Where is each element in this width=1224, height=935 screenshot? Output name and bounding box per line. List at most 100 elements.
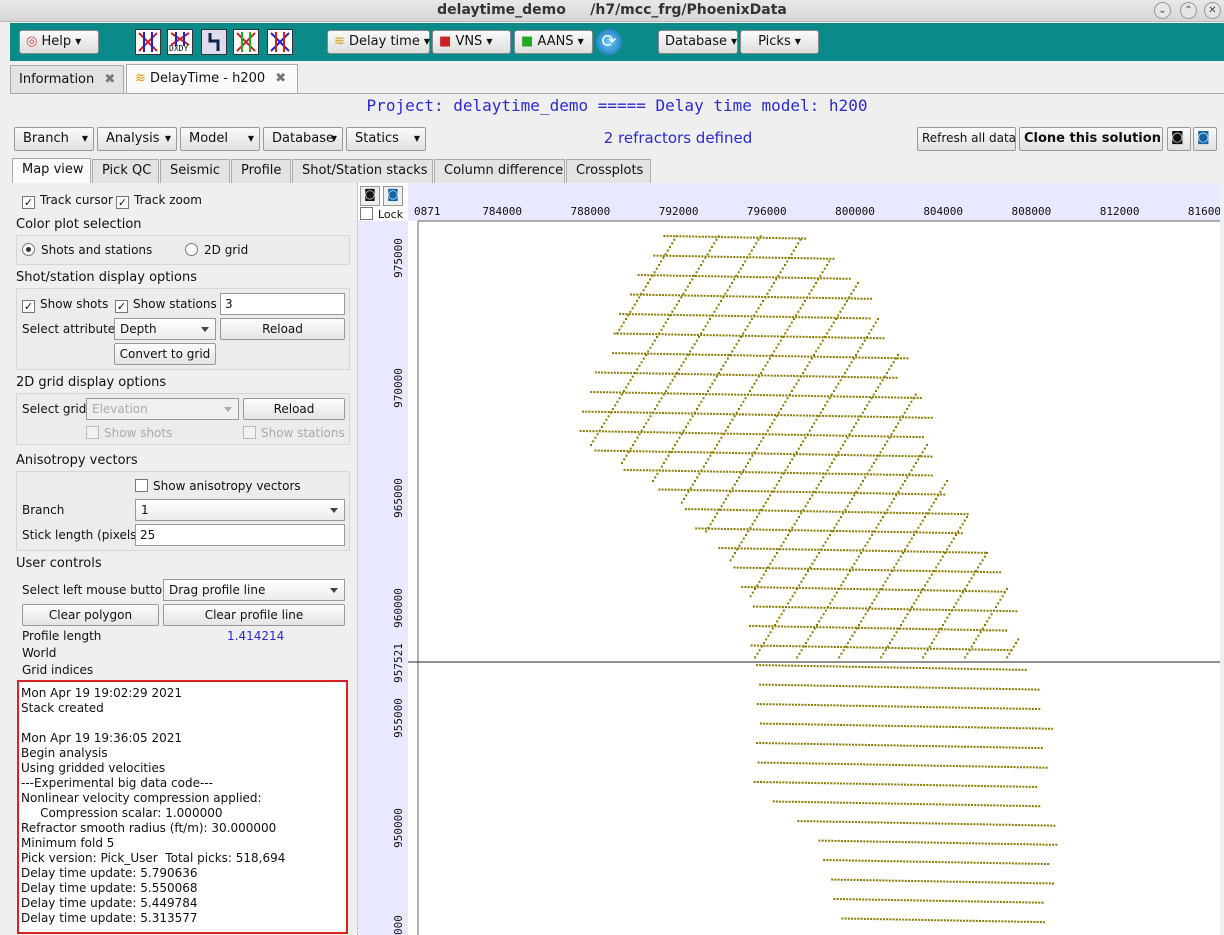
log-line: Stack created bbox=[21, 701, 104, 715]
clear-polygon-button[interactable]: Clear polygon bbox=[22, 604, 159, 626]
database-menu2-label: Database bbox=[272, 131, 335, 146]
stations-size-input[interactable]: 3 bbox=[220, 293, 345, 315]
window-titlebar: delaytime_demo /h7/mcc_frg/PhoenixData ⌄… bbox=[0, 0, 1224, 22]
select-left-mouse-label: Select left mouse button bbox=[22, 583, 170, 597]
reload-button[interactable]: Reload bbox=[220, 318, 345, 340]
tab-crossplots[interactable]: Crossplots bbox=[566, 159, 651, 183]
branch-select[interactable]: 1 bbox=[135, 499, 345, 521]
tab-content-border bbox=[10, 93, 1224, 94]
mouse-mode-select[interactable]: Drag profile line bbox=[163, 579, 345, 601]
track-zoom-checkbox[interactable]: ✓ Track zoom bbox=[116, 193, 202, 209]
grid-show-shots-checkbox[interactable]: Show shots bbox=[86, 426, 172, 440]
log-line: Delay time update: 5.449784 bbox=[21, 896, 198, 910]
refresh-cycle-icon[interactable]: ⟳ bbox=[596, 29, 622, 55]
database-menu2-button[interactable]: Database ▼ bbox=[263, 127, 343, 151]
y-tick-label: 975000 bbox=[392, 238, 405, 278]
map-view[interactable]: ◙ ◙ Lock 0871 784000 788000 792000 796000 800… bbox=[358, 183, 1220, 935]
tab-profile[interactable]: Profile bbox=[231, 159, 291, 183]
dxdy-icon[interactable]: DXDY bbox=[167, 29, 193, 55]
vns-menu-button[interactable]: ■ VNS ▼ bbox=[432, 30, 511, 54]
show-shots-checkbox[interactable]: ✓ Show shots bbox=[22, 297, 108, 313]
radio-selected[interactable] bbox=[22, 243, 35, 256]
checkbox-unchecked[interactable] bbox=[135, 479, 148, 492]
show-anisotropy-label: Show anisotropy vectors bbox=[153, 479, 301, 493]
track-cursor-label: Track cursor bbox=[40, 193, 113, 207]
log-line: Delay time update: 5.313577 bbox=[21, 911, 198, 925]
station-grid-icon[interactable] bbox=[233, 29, 259, 55]
tab-shot-station-stacks[interactable]: Shot/Station stacks bbox=[292, 159, 433, 183]
chevron-down-icon bbox=[224, 407, 232, 412]
attribute-select[interactable]: Depth bbox=[114, 318, 216, 340]
show-anisotropy-checkbox[interactable]: Show anisotropy vectors bbox=[135, 479, 301, 493]
checkbox-unchecked[interactable] bbox=[86, 426, 99, 439]
stick-length-input[interactable]: 25 bbox=[135, 524, 345, 546]
camera-icon[interactable]: ◙ bbox=[1167, 127, 1191, 151]
help-button[interactable]: ◎ Help ▼ bbox=[19, 30, 99, 54]
receiver-grid-icon[interactable] bbox=[267, 29, 293, 55]
convert-to-grid-button[interactable]: Convert to grid bbox=[114, 343, 216, 365]
x-axis-band bbox=[408, 183, 1220, 221]
clear-profile-line-button[interactable]: Clear profile line bbox=[163, 604, 345, 626]
tab-information[interactable]: Information ✖ bbox=[10, 65, 124, 93]
checkbox-checked[interactable]: ✓ bbox=[22, 196, 35, 209]
grid-show-stations-checkbox[interactable]: Show stations bbox=[243, 426, 345, 440]
grid-select[interactable]: Elevation bbox=[86, 398, 239, 420]
vns-label: VNS bbox=[455, 34, 483, 49]
branch-menu-button[interactable]: Branch ▼ bbox=[14, 127, 94, 151]
log-line: Using gridded velocities bbox=[21, 761, 166, 775]
shots-stations-label: Shots and stations bbox=[41, 243, 153, 257]
analysis-menu-button[interactable]: Analysis ▼ bbox=[97, 127, 177, 151]
aans-menu-button[interactable]: ■ AANS ▼ bbox=[514, 30, 593, 54]
aans-label: AANS bbox=[537, 34, 574, 49]
refresh-all-button[interactable]: Refresh all data bbox=[917, 127, 1016, 151]
close-tab-icon[interactable]: ✖ bbox=[275, 71, 286, 86]
refresh-all-label: Refresh all data bbox=[922, 131, 1016, 145]
checkbox-checked[interactable]: ✓ bbox=[22, 300, 35, 313]
model-menu-button[interactable]: Model ▼ bbox=[180, 127, 260, 151]
picks-menu-button[interactable]: Picks ▼ bbox=[740, 30, 819, 54]
delay-time-menu-button[interactable]: ≋ Delay time ▼ bbox=[327, 30, 430, 54]
tab-column-difference[interactable]: Column difference bbox=[434, 159, 565, 183]
grid-reload-button[interactable]: Reload bbox=[243, 398, 345, 420]
maximize-icon[interactable]: ⌃ bbox=[1180, 2, 1197, 19]
show-stations-label: Show stations bbox=[133, 297, 217, 311]
analysis-log[interactable]: Mon Apr 19 19:02:29 2021 Stack created Mon… bbox=[17, 680, 348, 934]
checkbox-checked[interactable]: ✓ bbox=[116, 196, 129, 209]
x-tick-label: 0871 bbox=[414, 205, 441, 218]
clone-solution-button[interactable]: Clone this solution bbox=[1019, 127, 1163, 151]
checkbox-unchecked[interactable] bbox=[243, 426, 256, 439]
dxdy-label: DXDY bbox=[169, 44, 189, 53]
close-icon[interactable]: ✕ bbox=[1204, 2, 1221, 19]
radio-unselected[interactable] bbox=[185, 243, 198, 256]
color-plot-heading: Color plot selection bbox=[16, 217, 142, 232]
database-menu-button[interactable]: Database ▼ bbox=[658, 30, 738, 54]
grid-show-stations-label: Show stations bbox=[261, 426, 345, 440]
database-label: Database bbox=[665, 34, 728, 49]
profile-step-icon[interactable] bbox=[201, 29, 227, 55]
close-tab-icon[interactable]: ✖ bbox=[104, 72, 115, 87]
tab-pick-qc[interactable]: Pick QC bbox=[92, 159, 159, 183]
track-zoom-label: Track zoom bbox=[134, 193, 202, 207]
station-point-cloud bbox=[579, 235, 1058, 924]
shot-display-icon[interactable] bbox=[135, 29, 161, 55]
x-tick-label: 812000 bbox=[1100, 205, 1140, 218]
track-cursor-checkbox[interactable]: ✓ Track cursor bbox=[22, 193, 113, 209]
user-controls-heading: User controls bbox=[16, 556, 102, 571]
y-tick-label: 945000 bbox=[392, 915, 405, 935]
show-shots-label: Show shots bbox=[40, 297, 109, 311]
tab-seismic[interactable]: Seismic bbox=[160, 159, 230, 183]
log-line: Refractor smooth radius (ft/m): 30.00000… bbox=[21, 821, 277, 835]
y-tick-label: 957521 bbox=[392, 643, 405, 683]
minimize-icon[interactable]: ⌄ bbox=[1154, 2, 1171, 19]
show-stations-checkbox[interactable]: ✓ Show stations bbox=[115, 297, 217, 313]
grid-2d-radio[interactable]: 2D grid bbox=[185, 243, 248, 257]
checkbox-checked[interactable]: ✓ bbox=[115, 300, 128, 313]
log-line: Minimum fold 5 bbox=[21, 836, 115, 850]
tab-delaytime[interactable]: ≋ DelayTime - h200 ✖ bbox=[126, 64, 298, 93]
map-plot[interactable]: 0871 784000 788000 792000 796000 800000 804000… bbox=[358, 183, 1220, 935]
snapshot-icon[interactable]: ◙ bbox=[1193, 127, 1217, 151]
aans-cube-icon: ■ bbox=[521, 34, 534, 49]
tab-map-view[interactable]: Map view bbox=[12, 158, 91, 184]
x-tick-label: 788000 bbox=[571, 205, 611, 218]
shots-stations-radio[interactable]: Shots and stations bbox=[22, 243, 152, 257]
